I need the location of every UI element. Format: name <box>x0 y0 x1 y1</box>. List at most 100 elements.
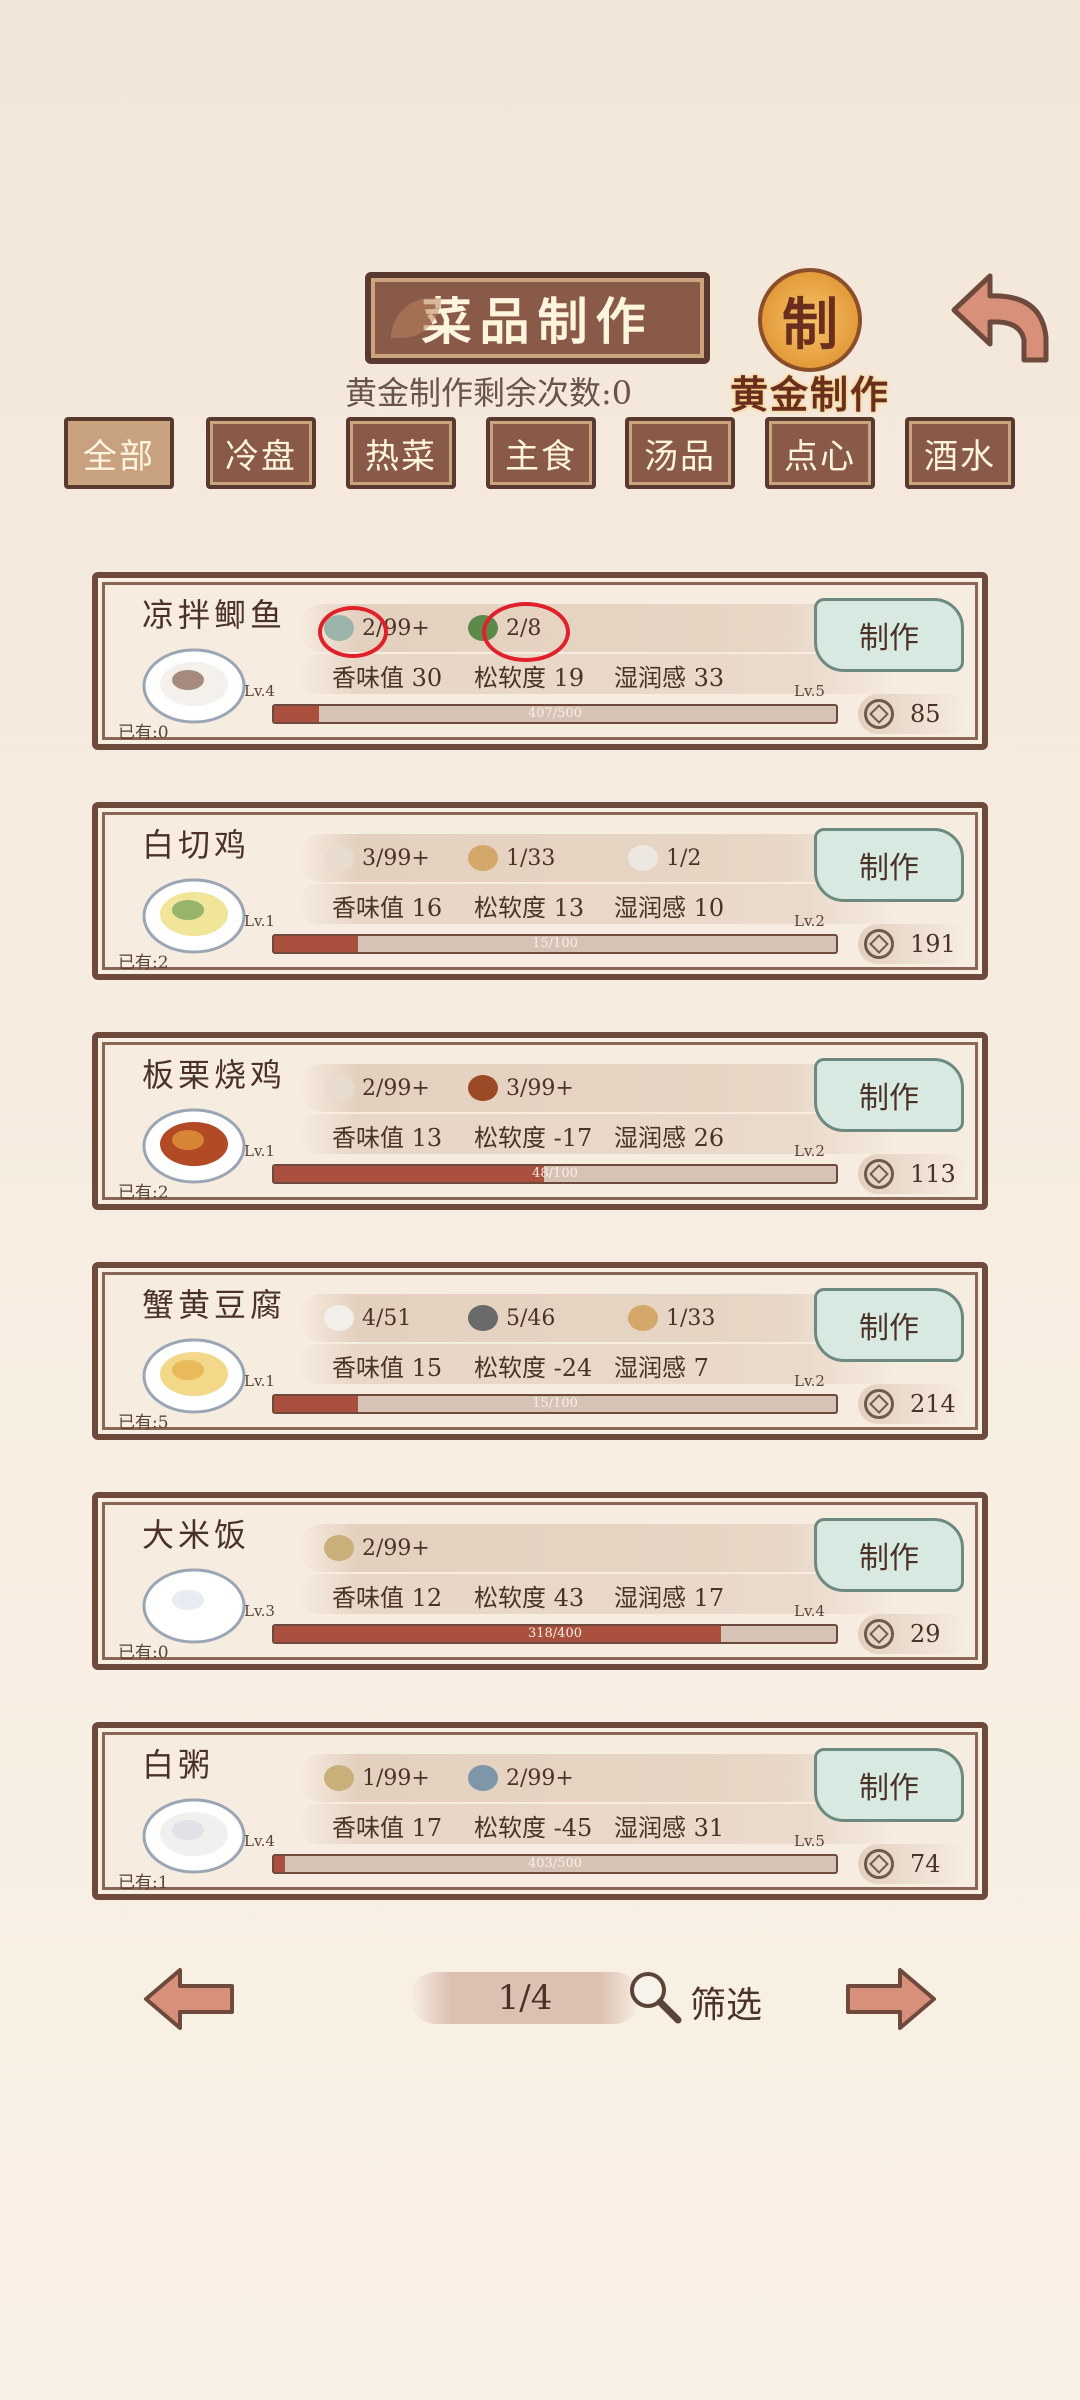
tab-drinks[interactable]: 酒水 <box>905 417 1015 489</box>
ingredient-item: 2/99+ <box>324 1064 430 1112</box>
water-icon <box>468 1765 498 1791</box>
aroma-stat: 香味值 15 <box>332 1354 443 1382</box>
ingredient-item: 2/99+ <box>468 1754 574 1802</box>
chicken-icon <box>324 845 354 871</box>
page-title-plaque: 菜品制作 <box>365 272 710 364</box>
recipe-name: 板栗烧鸡 <box>142 1056 287 1094</box>
experience-text: 407/500 <box>527 706 582 721</box>
experience-text: 48/100 <box>532 1166 578 1181</box>
ingredient-item: 3/99+ <box>324 834 430 882</box>
owned-count: 已有:5 <box>118 1413 169 1433</box>
coin-icon <box>864 699 894 729</box>
recipe-name: 大米饭 <box>142 1516 251 1554</box>
price-value: 191 <box>910 930 956 958</box>
next-level: Lv.5 <box>794 1832 825 1850</box>
ingredients-row: 3/99+ 1/33 1/2 <box>298 834 898 882</box>
price-value: 85 <box>910 700 941 728</box>
softness-stat: 松软度 -24 <box>474 1354 593 1382</box>
current-level: Lv.1 <box>244 1372 275 1390</box>
ingredients-row: 4/51 5/46 1/33 <box>298 1294 898 1342</box>
recipe-name: 白粥 <box>142 1746 215 1784</box>
make-button[interactable]: 制作 <box>814 828 964 902</box>
tab-dessert[interactable]: 点心 <box>765 417 875 489</box>
gold-craft-button[interactable]: 制 <box>758 268 862 372</box>
make-button[interactable]: 制作 <box>814 1058 964 1132</box>
tab-hot-dish[interactable]: 热菜 <box>346 417 456 489</box>
experience-text: 318/400 <box>527 1626 582 1641</box>
ingredient-item: 5/46 <box>468 1294 555 1342</box>
price-value: 113 <box>910 1160 956 1188</box>
prev-page-arrow-icon[interactable] <box>142 1966 238 2032</box>
experience-text: 403/500 <box>527 1856 582 1871</box>
tofu-icon <box>324 1305 354 1331</box>
next-page-arrow-icon[interactable] <box>842 1966 938 2032</box>
dish-image <box>142 1798 246 1874</box>
ingredient-count: 2/99+ <box>362 1535 430 1561</box>
experience-text: 15/100 <box>532 936 578 951</box>
price-tag: 85 <box>858 694 968 734</box>
coin-icon <box>864 1389 894 1419</box>
filter-button[interactable]: 筛选 <box>690 1976 762 2028</box>
owned-count: 已有:2 <box>118 1183 169 1203</box>
ingredient-count: 1/33 <box>666 1305 716 1331</box>
dish-image <box>142 878 246 954</box>
recipe-name: 凉拌鲫鱼 <box>142 596 287 634</box>
tab-cold-dish[interactable]: 冷盘 <box>206 417 316 489</box>
tab-staple[interactable]: 主食 <box>486 417 596 489</box>
current-level: Lv.1 <box>244 1142 275 1160</box>
tab-all[interactable]: 全部 <box>64 417 174 489</box>
magnifier-icon[interactable] <box>624 1966 684 2026</box>
next-level: Lv.2 <box>794 1142 825 1160</box>
make-button[interactable]: 制作 <box>814 1748 964 1822</box>
owned-count: 已有:1 <box>118 1873 169 1893</box>
dish-image <box>142 1108 246 1184</box>
recipe-name: 白切鸡 <box>142 826 251 864</box>
crab-icon <box>468 1305 498 1331</box>
dish-image <box>142 648 246 724</box>
aroma-stat: 香味值 13 <box>332 1124 443 1152</box>
experience-text: 15/100 <box>532 1396 578 1411</box>
gold-craft-label[interactable]: 黄金制作 <box>730 364 890 419</box>
ingredient-count: 3/99+ <box>506 1075 574 1101</box>
ingredient-count: 3/99+ <box>362 845 430 871</box>
make-button[interactable]: 制作 <box>814 1288 964 1362</box>
recipe-card: 白切鸡 已有:2 3/99+ 1/33 1/2 香味值 16 松软度 13 湿润感 … <box>92 802 988 980</box>
price-value: 74 <box>910 1850 941 1878</box>
coin-icon <box>864 1159 894 1189</box>
aroma-stat: 香味值 30 <box>332 664 443 692</box>
gold-seal-char: 制 <box>782 291 838 358</box>
ingredient-item: 4/51 <box>324 1294 411 1342</box>
red-annotation-circle <box>482 602 570 662</box>
ingredients-row: 2/99+ 2/8 <box>298 604 898 652</box>
experience-bar: 48/100 <box>272 1164 838 1184</box>
ingredients-row: 1/99+ 2/99+ <box>298 1754 898 1802</box>
coin-icon <box>864 929 894 959</box>
rice-icon <box>324 1765 354 1791</box>
softness-stat: 松软度 19 <box>474 664 585 692</box>
page-title: 菜品制作 <box>421 292 654 351</box>
ingredient-count: 2/99+ <box>362 1075 430 1101</box>
make-button[interactable]: 制作 <box>814 1518 964 1592</box>
ingredient-count: 1/33 <box>506 845 556 871</box>
recipe-card: 板栗烧鸡 已有:2 2/99+ 3/99+ 香味值 13 松软度 -17 湿润感 2… <box>92 1032 988 1210</box>
ingredient-count: 4/51 <box>362 1305 412 1331</box>
dish-image <box>142 1568 246 1644</box>
aroma-stat: 香味值 12 <box>332 1584 443 1612</box>
ingredient-item: 1/2 <box>628 834 701 882</box>
tab-soup[interactable]: 汤品 <box>625 417 735 489</box>
recipe-card: 白粥 已有:1 1/99+ 2/99+ 香味值 17 松软度 -45 湿润感 31 … <box>92 1722 988 1900</box>
ginger-icon <box>628 1305 658 1331</box>
moisture-stat: 湿润感 33 <box>614 664 725 692</box>
price-value: 214 <box>910 1390 956 1418</box>
ingredient-item: 1/33 <box>468 834 555 882</box>
ingredient-count: 1/2 <box>666 845 702 871</box>
experience-bar: 403/500 <box>272 1854 838 1874</box>
ingredient-count: 1/99+ <box>362 1765 430 1791</box>
make-button[interactable]: 制作 <box>814 598 964 672</box>
current-level: Lv.1 <box>244 912 275 930</box>
ginger-icon <box>468 845 498 871</box>
back-arrow-icon[interactable] <box>946 268 1056 368</box>
ingredients-row: 2/99+ <box>298 1524 898 1572</box>
current-level: Lv.4 <box>244 1832 275 1850</box>
moisture-stat: 湿润感 7 <box>614 1354 709 1382</box>
